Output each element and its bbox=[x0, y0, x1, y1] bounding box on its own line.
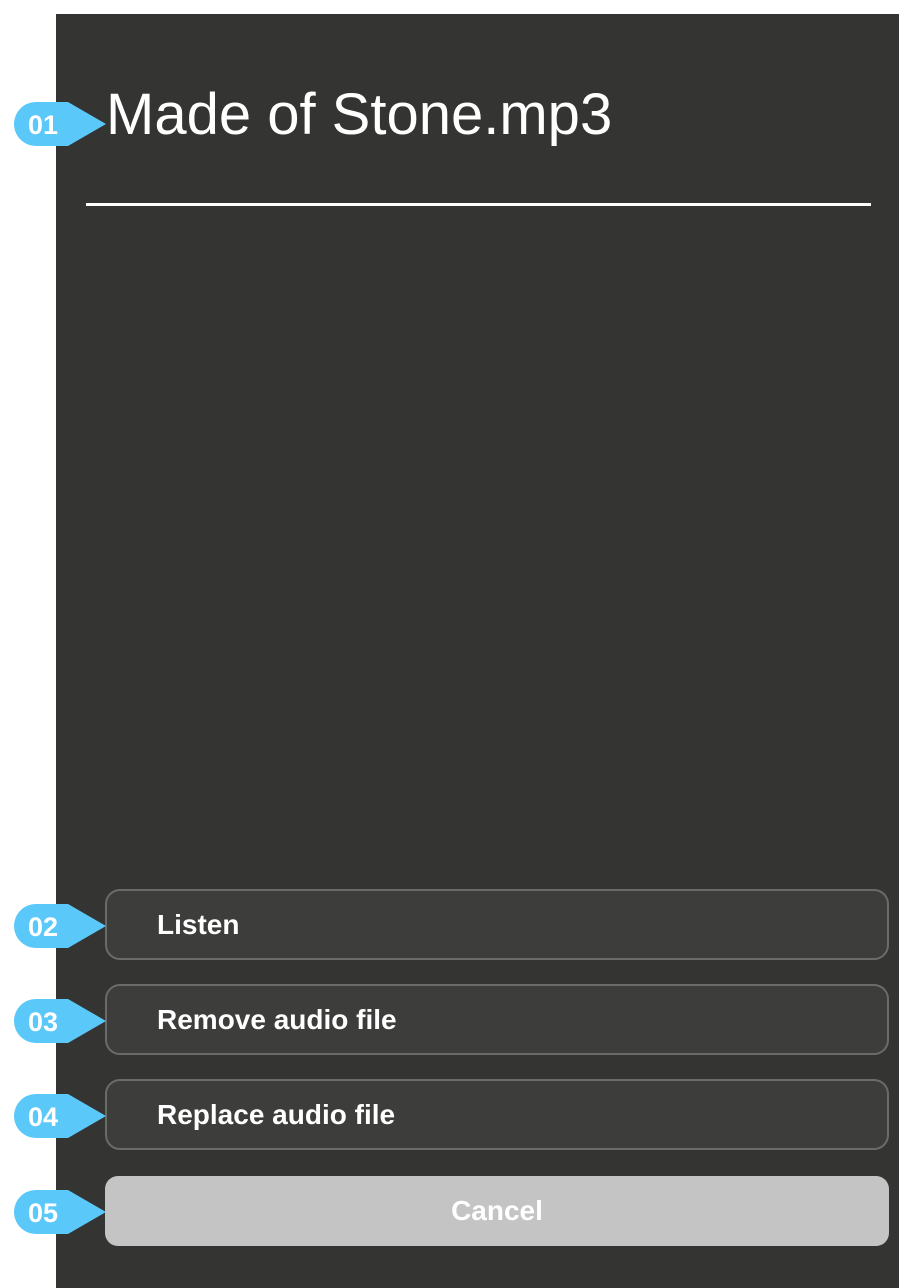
callout-marker-01: 01 bbox=[14, 102, 106, 146]
callout-marker-02: 02 bbox=[14, 904, 106, 948]
callout-label: 01 bbox=[27, 110, 59, 140]
callout-label: 03 bbox=[27, 1007, 59, 1037]
callout-marker-05: 05 bbox=[14, 1190, 106, 1234]
listen-button[interactable]: Listen bbox=[105, 889, 889, 960]
callout-marker-03: 03 bbox=[14, 999, 106, 1043]
cancel-button[interactable]: Cancel bbox=[105, 1176, 889, 1246]
replace-audio-file-button[interactable]: Replace audio file bbox=[105, 1079, 889, 1150]
remove-audio-file-button[interactable]: Remove audio file bbox=[105, 984, 889, 1055]
callout-label: 02 bbox=[27, 912, 59, 942]
callout-label: 04 bbox=[27, 1102, 59, 1132]
callout-marker-04: 04 bbox=[14, 1094, 106, 1138]
page-title: Made of Stone.mp3 bbox=[106, 82, 613, 147]
title-divider bbox=[86, 203, 871, 206]
callout-label: 05 bbox=[27, 1198, 59, 1228]
